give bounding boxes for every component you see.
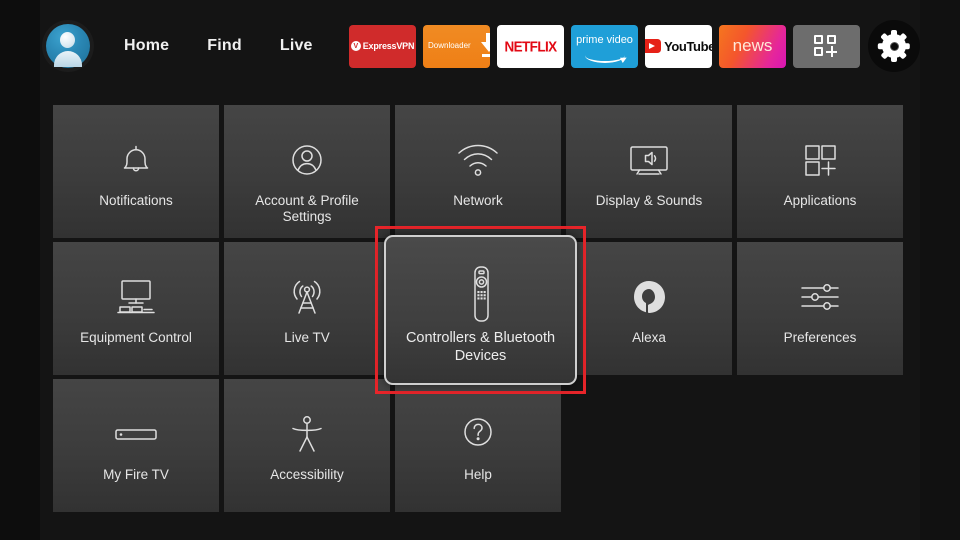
tv-sound-icon <box>623 129 675 191</box>
bell-icon <box>114 129 158 191</box>
tile-label: Accessibility <box>270 467 344 482</box>
settings-tile-network[interactable]: Network <box>395 105 561 238</box>
profile-avatar[interactable] <box>46 24 90 68</box>
apps-grid-plus-icon <box>813 35 840 57</box>
prime-video-label: prime video <box>576 33 633 46</box>
settings-tile-account-profile-settings[interactable]: Account & Profile Settings <box>224 105 390 238</box>
tile-label: Preferences <box>783 330 857 345</box>
youtube-label: YouTube <box>664 38 712 54</box>
top-navigation-bar: Home Find Live V ExpressVPN Downloader N… <box>40 14 920 78</box>
tile-label: Controllers & Bluetooth Devices <box>405 330 556 364</box>
settings-tile-accessibility[interactable]: Accessibility <box>224 379 390 512</box>
settings-tile-applications[interactable]: Applications <box>737 105 903 238</box>
news-label: news <box>732 36 773 55</box>
tile-label: Help <box>464 467 492 482</box>
accessibility-person-icon <box>285 403 329 465</box>
netflix-label: NETFLIX <box>504 37 557 55</box>
app-tile-downloader[interactable]: Downloader <box>423 24 490 68</box>
expressvpn-label: ExpressVPN <box>362 41 415 51</box>
downloader-label: Downloader <box>428 40 471 50</box>
alexa-ring-icon <box>627 266 671 328</box>
app-tile-expressvpn[interactable]: V ExpressVPN <box>349 24 416 68</box>
tile-label: Live TV <box>284 330 330 345</box>
nav-item-live[interactable]: Live <box>280 37 313 55</box>
avatar-head <box>60 32 75 48</box>
apps-grid-icon <box>798 129 842 191</box>
app-tile-news[interactable]: news <box>719 24 786 68</box>
fire-stick-icon <box>108 403 164 465</box>
fire-tv-settings-screen: Home Find Live V ExpressVPN Downloader N… <box>0 0 960 540</box>
tile-label: Equipment Control <box>80 330 192 345</box>
settings-tile-equipment-control[interactable]: Equipment Control <box>53 242 219 375</box>
tile-label: Applications <box>783 193 857 208</box>
app-tile-prime-video[interactable]: prime video <box>571 24 638 68</box>
person-circle-icon <box>285 129 329 191</box>
nav-item-home[interactable]: Home <box>124 37 169 55</box>
youtube-logo: YouTube <box>645 39 712 54</box>
expressvpn-logo: V ExpressVPN <box>350 41 415 51</box>
question-circle-icon <box>456 403 500 465</box>
tile-label: Notifications <box>99 193 173 208</box>
settings-tile-display-sounds[interactable]: Display & Sounds <box>566 105 732 238</box>
tile-label: Alexa <box>632 330 666 345</box>
app-shortcuts: V ExpressVPN Downloader NETFLIX prime vi… <box>349 20 920 72</box>
broadcast-tower-icon <box>283 266 331 328</box>
play-icon <box>645 39 662 53</box>
settings-tile-preferences[interactable]: Preferences <box>737 242 903 375</box>
settings-tile-my-fire-tv[interactable]: My Fire TV <box>53 379 219 512</box>
settings-tile-controllers-bluetooth-devices[interactable]: Controllers & Bluetooth Devices <box>384 235 577 385</box>
sliders-icon <box>794 266 846 328</box>
expressvpn-mark: V <box>350 41 361 51</box>
nav-item-find[interactable]: Find <box>207 37 242 55</box>
tile-label: Display & Sounds <box>595 193 703 208</box>
settings-tile-live-tv[interactable]: Live TV <box>224 242 390 375</box>
settings-tile-notifications[interactable]: Notifications <box>53 105 219 238</box>
tv-equipment-icon <box>110 266 162 328</box>
settings-tile-alexa[interactable]: Alexa <box>566 242 732 375</box>
avatar-body <box>54 51 82 67</box>
app-tile-netflix[interactable]: NETFLIX <box>497 24 564 68</box>
settings-tile-help[interactable]: Help <box>395 379 561 512</box>
settings-row-3: My Fire TV Accessibility Help <box>53 379 903 512</box>
focus-highlight-box: Controllers & Bluetooth Devices <box>375 226 586 394</box>
wifi-icon <box>454 129 502 191</box>
nav-links: Home Find Live <box>124 37 313 55</box>
app-tile-youtube[interactable]: YouTube <box>645 24 712 68</box>
app-tile-all-apps[interactable] <box>793 24 860 68</box>
tile-label: Network <box>453 193 503 208</box>
prime-smile-icon <box>585 48 625 63</box>
gear-icon <box>877 30 910 62</box>
app-tile-settings[interactable] <box>868 20 920 72</box>
tile-label: Account & Profile Settings <box>255 193 359 224</box>
remote-control-icon <box>466 263 496 325</box>
settings-row-1: Notifications Account & Profile Settings <box>53 105 903 238</box>
tile-label: My Fire TV <box>103 467 169 482</box>
